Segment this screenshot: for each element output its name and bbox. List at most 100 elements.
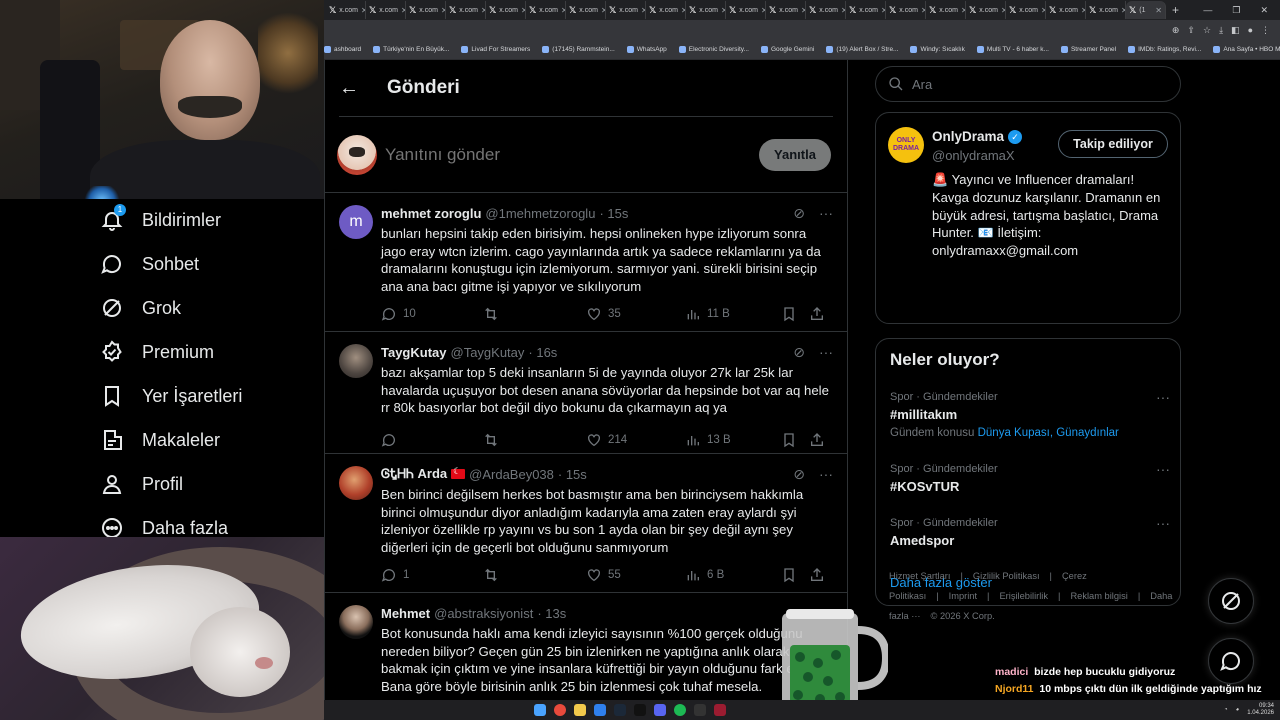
views-action[interactable]: 11 B — [685, 306, 781, 322]
bookmark-item[interactable]: ashboard — [324, 46, 361, 53]
menu-icon[interactable]: ⋮ — [1261, 25, 1270, 36]
profile-icon[interactable]: ● — [1248, 25, 1253, 35]
grok-icon[interactable]: ⊘ — [793, 466, 805, 483]
post-author-handle[interactable]: @ArdaBey038 — [469, 467, 554, 482]
extensions-icon[interactable]: ◧ — [1231, 25, 1240, 36]
browser-tab[interactable]: 𝕏x.com✕ — [806, 1, 846, 19]
share-action[interactable] — [809, 567, 825, 583]
browser-tab[interactable]: 𝕏x.com✕ — [886, 1, 926, 19]
post-author-name[interactable]: ᎶᎿᎻᏂ Arda — [381, 466, 447, 482]
share-action[interactable] — [809, 306, 825, 322]
reply-input[interactable] — [385, 144, 759, 165]
browser-tab[interactable]: 𝕏x.com✕ — [606, 1, 646, 19]
maximize-button[interactable]: ❐ — [1232, 5, 1240, 16]
post[interactable]: TaygKutay @TaygKutay · 16s ⊘ ··· bazı ak… — [325, 332, 847, 454]
chrome-icon[interactable] — [554, 704, 566, 716]
browser-tab[interactable]: 𝕏x.com✕ — [1006, 1, 1046, 19]
like-action[interactable]: 55 — [586, 567, 685, 583]
bookmark-item[interactable]: Türkiye'nin En Büyük... — [373, 46, 449, 53]
post-author-name[interactable]: Mehmet — [381, 606, 430, 621]
spotify-icon[interactable] — [674, 704, 686, 716]
file-explorer-icon[interactable] — [574, 704, 586, 716]
steam-icon[interactable] — [614, 704, 626, 716]
browser-tab[interactable]: 𝕏x.com✕ — [366, 1, 406, 19]
post-author-handle[interactable]: @abstraksiyonist — [434, 606, 533, 621]
browser-tab[interactable]: 𝕏x.com✕ — [686, 1, 726, 19]
post-author-name[interactable]: TaygKutay — [381, 345, 447, 360]
browser-tab[interactable]: 𝕏x.com✕ — [766, 1, 806, 19]
repost-action[interactable] — [483, 432, 586, 448]
footer-link[interactable]: Gizlilik Politikası — [973, 571, 1040, 581]
bookmark-item[interactable]: Electronic Diversity... — [678, 46, 749, 53]
footer-link[interactable]: Erişilebilirlik — [999, 591, 1048, 601]
browser-tab[interactable]: 𝕏x.com✕ — [486, 1, 526, 19]
download-icon[interactable]: ⤓ — [1219, 25, 1223, 36]
windows-start-icon[interactable] — [534, 704, 546, 716]
nav-item-articles[interactable]: Makaleler — [100, 425, 220, 455]
reply-button[interactable]: Yanıtla — [759, 138, 831, 171]
nav-item-bookmarks[interactable]: Yer İşaretleri — [100, 381, 242, 411]
footer-link[interactable]: Hizmet Şartları — [889, 571, 950, 581]
views-action[interactable]: 6 B — [685, 567, 781, 583]
zoom-icon[interactable]: ⊕ — [1172, 25, 1180, 36]
reply-action[interactable] — [381, 432, 483, 448]
footer-link[interactable]: Imprint — [949, 591, 977, 601]
search-box[interactable]: Ara — [875, 66, 1181, 102]
obs-icon[interactable] — [714, 704, 726, 716]
nav-item-chat[interactable]: Sohbet — [100, 249, 199, 279]
reply-action[interactable]: 1 — [381, 567, 483, 583]
profile-name[interactable]: OnlyDrama ✓ — [932, 129, 1023, 144]
reply-action[interactable]: 10 — [381, 306, 483, 322]
bookmark-item[interactable]: Ana Sayfa • HBO Max — [1213, 46, 1280, 53]
app-icon[interactable] — [694, 704, 706, 716]
browser-tab[interactable]: 𝕏x.com✕ — [926, 1, 966, 19]
avatar[interactable] — [339, 466, 373, 500]
browser-tab[interactable]: 𝕏x.com✕ — [726, 1, 766, 19]
browser-tab-active[interactable]: 𝕏 (1 ✕ — [1126, 1, 1166, 19]
browser-tab[interactable]: 𝕏x.com✕ — [446, 1, 486, 19]
post-author-handle[interactable]: @1mehmetzoroglu — [485, 206, 595, 221]
browser-tab[interactable]: 𝕏x.com✕ — [646, 1, 686, 19]
more-options-icon[interactable]: ··· — [819, 344, 833, 360]
close-window-button[interactable]: ✕ — [1260, 5, 1268, 16]
bookmark-item[interactable]: (17145) Rammstein... — [542, 46, 615, 53]
browser-tab[interactable]: 𝕏x.com✕ — [326, 1, 366, 19]
minimize-button[interactable]: — — [1203, 5, 1212, 16]
browser-tab[interactable]: 𝕏x.com✕ — [566, 1, 606, 19]
bookmark-action[interactable] — [781, 432, 809, 448]
volume-icon[interactable]: ◕ — [1236, 707, 1240, 713]
bookmark-item[interactable]: (19) Alert Box / Stre... — [826, 46, 898, 53]
like-action[interactable]: 35 — [586, 306, 685, 322]
wifi-icon[interactable]: ◔ — [1224, 707, 1228, 713]
avatar[interactable]: m — [339, 205, 373, 239]
bookmark-item[interactable]: WhatsApp — [626, 46, 667, 53]
browser-tab[interactable]: 𝕏x.com✕ — [526, 1, 566, 19]
more-options-icon[interactable]: ··· — [1156, 461, 1170, 477]
bookmark-item[interactable]: Windy: Sıcaklık — [910, 46, 965, 53]
new-tab-button[interactable]: + — [1166, 3, 1185, 17]
avatar[interactable] — [339, 344, 373, 378]
post[interactable]: m mehmet zoroglu @1mehmetzoroglu · 15s ⊘… — [325, 193, 847, 332]
following-button[interactable]: Takip ediliyor — [1058, 130, 1168, 158]
browser-tab[interactable]: 𝕏x.com✕ — [966, 1, 1006, 19]
browser-tab[interactable]: 𝕏x.com✕ — [1086, 1, 1126, 19]
share-icon[interactable]: ⇪ — [1187, 25, 1195, 36]
bookmark-action[interactable] — [781, 306, 809, 322]
post-author-name[interactable]: mehmet zoroglu — [381, 206, 481, 221]
bookmark-item[interactable]: Google Gemini — [760, 46, 814, 53]
more-options-icon[interactable]: ··· — [819, 466, 833, 482]
footer-link[interactable]: Reklam bilgisi — [1070, 591, 1127, 601]
bookmark-item[interactable]: IMDb: Ratings, Revi... — [1128, 46, 1201, 53]
bookmark-item[interactable]: Streamer Panel — [1060, 46, 1116, 53]
discord-icon[interactable] — [654, 704, 666, 716]
nav-item-grok[interactable]: Grok — [100, 293, 181, 323]
avatar[interactable] — [339, 605, 373, 639]
more-options-icon[interactable]: ··· — [1156, 515, 1170, 531]
grok-icon[interactable]: ⊘ — [793, 205, 805, 222]
browser-tab[interactable]: 𝕏x.com✕ — [1046, 1, 1086, 19]
nav-item-notifications[interactable]: 1 Bildirimler — [100, 204, 221, 235]
more-options-icon[interactable]: ··· — [1156, 389, 1170, 405]
post[interactable]: Mehmet @abstraksiyonist · 13s Bot konusu… — [325, 593, 847, 700]
profile-handle[interactable]: @onlydramaX — [932, 148, 1015, 163]
epic-icon[interactable] — [634, 704, 646, 716]
